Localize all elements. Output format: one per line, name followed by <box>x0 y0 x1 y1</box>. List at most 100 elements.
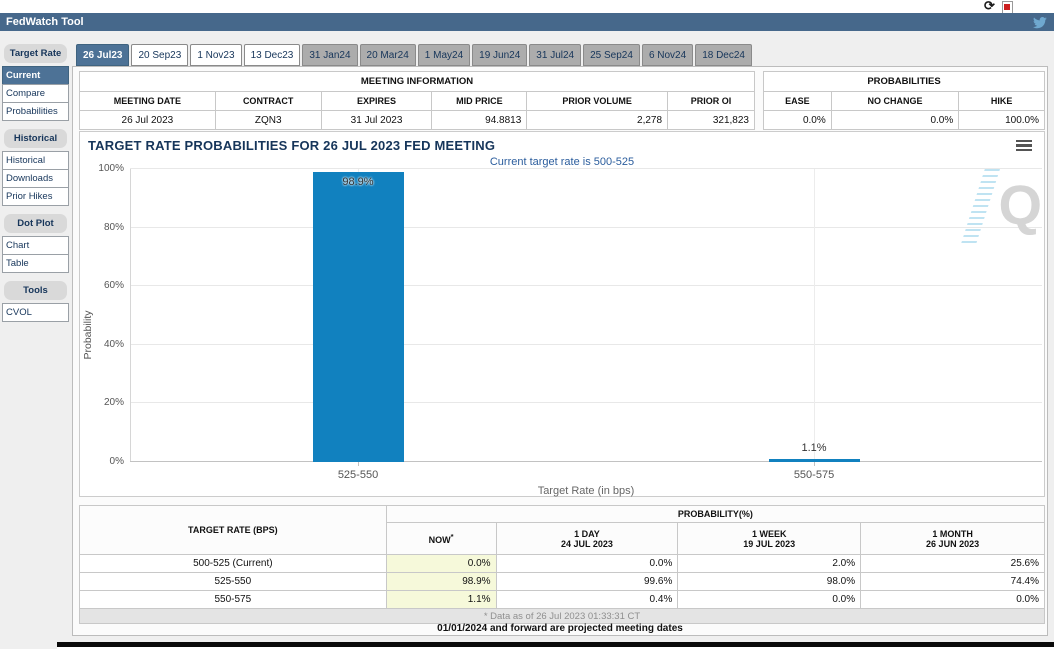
tab-31-jul24[interactable]: 31 Jul24 <box>529 44 582 66</box>
tab-13-dec23[interactable]: 13 Dec23 <box>243 44 301 66</box>
ease-value: 0.0% <box>763 110 832 130</box>
one-day-column-header: 1 DAY 24 JUL 2023 <box>495 522 679 555</box>
main-panel: MEETING INFORMATION MEETING DATE CONTRAC… <box>72 66 1048 636</box>
gridline <box>130 402 1042 404</box>
data-as-of-note: * Data as of 26 Jul 2023 01:33:31 CT <box>79 608 1045 624</box>
sidebar-item-table[interactable]: Table <box>2 254 69 273</box>
one-day-cell: 99.6% <box>495 572 679 591</box>
one-week-cell: 0.0% <box>677 590 862 609</box>
meeting-date-header: MEETING DATE <box>79 91 216 111</box>
meeting-info-title: MEETING INFORMATION <box>79 71 755 92</box>
probabilities-title: PROBABILITIES <box>763 71 1045 92</box>
app-title: FedWatch Tool <box>6 16 84 28</box>
tab-18-dec24[interactable]: 18 Dec24 <box>695 44 752 66</box>
chart-plot: Q 0% 20% 40% 60% 80% 100% 98.9% 1.1% 525… <box>98 163 1042 497</box>
x-tick-mark <box>814 462 815 466</box>
one-month-cell: 25.6% <box>860 554 1045 573</box>
now-cell: 0.0% <box>385 554 497 573</box>
tab-1-nov23[interactable]: 1 Nov23 <box>190 44 242 66</box>
tab-6-nov24[interactable]: 6 Nov24 <box>641 44 694 66</box>
now-cell: 1.1% <box>385 590 497 609</box>
tab-26-jul23[interactable]: 26 Jul23 <box>76 44 130 66</box>
probabilities-summary-table: PROBABILITIES EASE NO CHANGE HIKE 0.0% 0… <box>763 71 1045 130</box>
gridline <box>130 343 1042 345</box>
sidebar-item-prior-hikes[interactable]: Prior Hikes <box>2 187 69 206</box>
sidebar-item-downloads[interactable]: Downloads <box>2 169 69 188</box>
expires-header: EXPIRES <box>320 91 433 111</box>
no-change-value: 0.0% <box>830 110 960 130</box>
watermark-q-logo: Q <box>998 173 1042 236</box>
one-week-column-header: 1 WEEK 19 JUL 2023 <box>677 522 862 555</box>
browser-strip <box>0 0 1054 13</box>
meeting-information-table: MEETING INFORMATION MEETING DATE CONTRAC… <box>79 71 755 130</box>
mid-price-header: MID PRICE <box>431 91 528 111</box>
one-week-cell: 2.0% <box>677 554 862 573</box>
gridline <box>130 226 1042 228</box>
gridline <box>130 285 1042 287</box>
tab-31-jan24[interactable]: 31 Jan24 <box>302 44 358 66</box>
projected-dates-note: 01/01/2024 and forward are projected mee… <box>437 623 683 634</box>
table-row: 525-550 98.9% 99.6% 98.0% 74.4% <box>79 572 1045 591</box>
watermark-stripes <box>960 169 1000 247</box>
prior-volume-header: PRIOR VOLUME <box>526 91 669 111</box>
chart-menu-icon[interactable] <box>1016 140 1032 152</box>
probability-detail-table: TARGET RATE (BPS) PROBABILITY(%) NOW* 1 … <box>79 505 1046 624</box>
chart-title: TARGET RATE PROBABILITIES FOR 26 JUL 202… <box>88 138 496 153</box>
sidebar-header-dot-plot: Dot Plot <box>4 214 67 233</box>
sidebar-item-current[interactable]: Current <box>2 66 69 85</box>
one-week-cell: 98.0% <box>677 572 862 591</box>
now-column-header: NOW* <box>385 522 497 555</box>
sidebar-item-probabilities[interactable]: Probabilities <box>2 102 69 121</box>
sidebar-header-historical: Historical <box>4 129 67 148</box>
target-rate-bps-header: TARGET RATE (BPS) <box>79 505 387 555</box>
sidebar-item-historical[interactable]: Historical <box>2 151 69 170</box>
x-label-550-575: 550-575 <box>793 469 835 481</box>
chart-subtitle: Current target rate is 500-525 <box>489 156 635 168</box>
y-tick-100: 100% <box>98 163 124 174</box>
gridline <box>814 169 815 462</box>
gridline <box>130 168 1042 169</box>
one-month-cell: 0.0% <box>860 590 1045 609</box>
y-tick-0: 0% <box>109 456 124 467</box>
y-tick-20: 20% <box>103 397 124 409</box>
table-row: 550-575 1.1% 0.4% 0.0% 0.0% <box>79 590 1045 609</box>
tab-25-sep24[interactable]: 25 Sep24 <box>583 44 640 66</box>
contract-header: CONTRACT <box>214 91 322 111</box>
y-axis-line <box>130 169 131 462</box>
probability-pct-header: PROBABILITY(%) <box>385 505 1046 523</box>
prior-volume-value: 2,278 <box>526 110 669 130</box>
sidebar-item-chart[interactable]: Chart <box>2 236 69 255</box>
sidebar-item-cvol[interactable]: CVOL <box>2 303 69 322</box>
rate-cell: 550-575 <box>79 590 387 609</box>
prior-oi-header: PRIOR OI <box>667 91 755 111</box>
one-month-column-header: 1 MONTH 26 JUN 2023 <box>860 522 1045 555</box>
y-tick-60: 60% <box>103 280 124 292</box>
ease-header: EASE <box>763 91 832 111</box>
rate-cell: 525-550 <box>79 572 387 591</box>
tab-20-sep23[interactable]: 20 Sep23 <box>131 44 189 66</box>
x-tick-mark <box>358 462 359 466</box>
meeting-date-tabs: 26 Jul23 20 Sep23 1 Nov23 13 Dec23 31 Ja… <box>76 44 752 66</box>
meeting-date-value: 26 Jul 2023 <box>79 110 216 130</box>
quikstrike-watermark: Q <box>130 169 1042 247</box>
bar-label-525-550: 98.9% <box>342 176 374 189</box>
rate-cell: 500-525 (Current) <box>79 554 387 573</box>
bar-label-550-575: 1.1% <box>801 441 827 454</box>
tab-19-jun24[interactable]: 19 Jun24 <box>472 44 528 66</box>
chart-panel: TARGET RATE PROBABILITIES FOR 26 JUL 202… <box>79 131 1045 497</box>
y-tick-40: 40% <box>103 338 124 350</box>
sidebar-header-tools: Tools <box>4 281 67 300</box>
contract-value: ZQN3 <box>214 110 322 130</box>
bar-525-550[interactable] <box>312 172 404 462</box>
sidebar-item-compare[interactable]: Compare <box>2 84 69 103</box>
hike-value: 100.0% <box>958 110 1045 130</box>
tab-20-mar24[interactable]: 20 Mar24 <box>359 44 416 66</box>
app-header: FedWatch Tool <box>0 13 1054 31</box>
sidebar-header-target-rate: Target Rate <box>4 44 67 63</box>
no-change-header: NO CHANGE <box>830 91 960 111</box>
y-axis-title: Probability <box>82 310 94 360</box>
now-cell: 98.9% <box>385 572 497 591</box>
x-axis-line <box>130 461 1042 462</box>
tab-1-may24[interactable]: 1 May24 <box>417 44 471 66</box>
refresh-icon[interactable]: ⟳ <box>984 0 995 14</box>
